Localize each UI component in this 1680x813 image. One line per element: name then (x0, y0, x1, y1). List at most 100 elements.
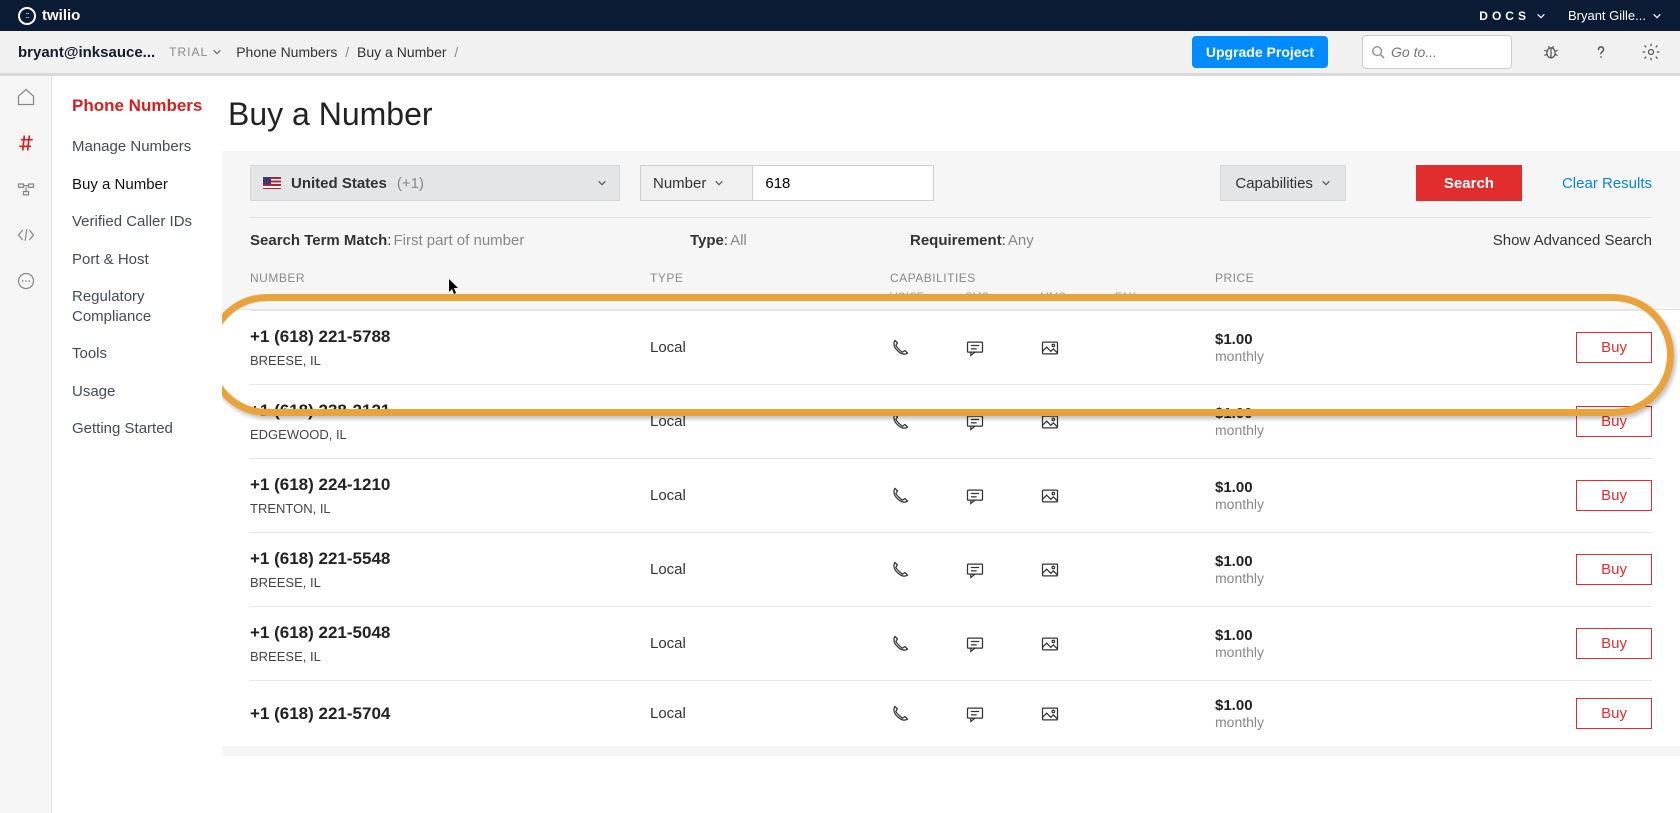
table-row: +1 (618) 221-5704Local$1.00monthlyBuy (250, 680, 1652, 746)
price-period: monthly (1215, 422, 1532, 438)
number-type: Local (650, 487, 890, 504)
sidebar-item[interactable]: Port & Host (64, 241, 222, 279)
buy-button[interactable]: Buy (1576, 480, 1652, 511)
account-name[interactable]: bryant@inksauce... (18, 44, 155, 61)
mms-icon (1040, 486, 1060, 506)
chevron-down-icon (1536, 11, 1546, 21)
section-nav: Phone Numbers Manage NumbersBuy a Number… (52, 76, 222, 813)
table-row: +1 (618) 221-5548BREESE, ILLocal$1.00mon… (250, 532, 1652, 606)
voice-icon (890, 338, 910, 358)
table-row: +1 (618) 224-1210 TRENTON, ILLocal $1.00mo… (250, 458, 1652, 532)
price: $1.00 (1215, 405, 1532, 422)
trial-dropdown[interactable]: TRIAL (169, 45, 222, 59)
global-search-input[interactable] (1391, 44, 1491, 60)
more-icon[interactable] (15, 270, 37, 292)
project-bar: bryant@inksauce... TRIAL Phone Numbers /… (0, 31, 1680, 76)
studio-icon[interactable] (15, 178, 37, 200)
product-rail (0, 76, 52, 813)
filter-value-input[interactable] (753, 166, 933, 200)
sidebar-item[interactable]: Tools (64, 335, 222, 373)
buy-button[interactable]: Buy (1576, 698, 1652, 729)
capabilities-select[interactable]: Capabilities (1220, 165, 1346, 201)
table-header: NUMBER TYPE CAPABILITIES PRICE (250, 259, 1652, 291)
table-subheader: VOICE SMS MMS FAX (250, 291, 1652, 309)
mms-icon (1040, 634, 1060, 654)
price: $1.00 (1215, 479, 1532, 496)
number-filter: Number (640, 165, 934, 201)
buy-button[interactable]: Buy (1576, 406, 1652, 437)
sidebar-item[interactable]: Getting Started (64, 410, 222, 448)
sidebar-item[interactable]: Verified Caller IDs (64, 203, 222, 241)
settings-icon[interactable] (1640, 42, 1662, 62)
global-search[interactable] (1362, 35, 1512, 69)
price: $1.00 (1215, 553, 1532, 570)
search-panel: United States (+1) Number Capabilities (222, 151, 1680, 756)
search-button[interactable]: Search (1416, 165, 1522, 201)
table-row: +1 (618) 238-2121EDGEWOOD, ILLocal$1.00m… (250, 384, 1652, 458)
phone-number: +1 (618) 221-5704 (250, 704, 650, 724)
voice-icon (890, 634, 910, 654)
buy-button[interactable]: Buy (1576, 554, 1652, 585)
voice-icon (890, 486, 910, 506)
clear-results-link[interactable]: Clear Results (1562, 175, 1652, 192)
price: $1.00 (1215, 331, 1532, 348)
debug-icon[interactable] (1540, 42, 1562, 62)
brand-logo[interactable]: :: twilio (18, 7, 80, 25)
twilio-logo-icon: :: (18, 7, 36, 25)
sidebar-item[interactable]: Usage (64, 373, 222, 411)
price-period: monthly (1215, 644, 1532, 660)
sidebar-item[interactable]: Regulatory Compliance (64, 278, 222, 335)
location: TRENTON, IL (250, 501, 650, 516)
table-row: +1 (618) 221-5048BREESE, ILLocal$1.00mon… (250, 606, 1652, 680)
buy-button[interactable]: Buy (1576, 628, 1652, 659)
help-icon[interactable] (1590, 42, 1612, 62)
number-type: Local (650, 705, 890, 722)
home-icon[interactable] (15, 86, 37, 108)
docs-link[interactable]: DOCS (1479, 9, 1546, 23)
breadcrumb-item[interactable]: Buy a Number (357, 44, 446, 60)
sms-icon (965, 486, 985, 506)
main-content: Buy a Number United States (+1) Number (222, 76, 1680, 813)
code-icon[interactable] (15, 224, 37, 246)
chevron-down-icon (1321, 178, 1331, 188)
voice-icon (890, 412, 910, 432)
phone-number: +1 (618) 221-5788 (250, 327, 650, 347)
upgrade-project-button[interactable]: Upgrade Project (1192, 36, 1328, 68)
chevron-down-icon (1652, 11, 1662, 21)
price-period: monthly (1215, 348, 1532, 364)
section-title[interactable]: Phone Numbers (64, 90, 222, 128)
country-select[interactable]: United States (+1) (250, 165, 620, 201)
sms-icon (965, 634, 985, 654)
sms-icon (965, 560, 985, 580)
chevron-down-icon (212, 47, 222, 57)
sidebar-item[interactable]: Manage Numbers (64, 128, 222, 166)
mms-icon (1040, 338, 1060, 358)
filter-meta: Search Term Match:First part of number T… (250, 218, 1652, 259)
price-period: monthly (1215, 496, 1532, 512)
page-title: Buy a Number (228, 76, 1680, 151)
show-advanced-search-link[interactable]: Show Advanced Search (1493, 232, 1652, 249)
filter-row: United States (+1) Number Capabilities (250, 165, 1652, 218)
table-row: +1 (618) 221-5788 BREESE, ILLocal $1.00mon… (250, 310, 1652, 384)
user-menu[interactable]: Bryant Gille... (1568, 8, 1662, 23)
phone-number: +1 (618) 221-5548 (250, 549, 650, 569)
breadcrumb: Phone Numbers / Buy a Number / (236, 44, 462, 60)
flag-icon (263, 177, 281, 189)
number-type: Local (650, 339, 890, 356)
voice-icon (890, 560, 910, 580)
buy-button[interactable]: Buy (1576, 332, 1652, 363)
breadcrumb-item[interactable]: Phone Numbers (236, 44, 337, 60)
sidebar-item[interactable]: Buy a Number (64, 166, 222, 204)
brand-name: twilio (42, 7, 80, 24)
price-period: monthly (1215, 714, 1532, 730)
voice-icon (890, 704, 910, 724)
filter-field-select[interactable]: Number (641, 166, 753, 200)
sms-icon (965, 704, 985, 724)
location: BREESE, IL (250, 353, 650, 368)
chevron-down-icon (597, 178, 607, 188)
hash-icon[interactable] (15, 132, 37, 154)
number-type: Local (650, 413, 890, 430)
global-header: :: twilio DOCS Bryant Gille... (0, 0, 1680, 31)
mms-icon (1040, 704, 1060, 724)
phone-number: +1 (618) 224-1210 (250, 475, 650, 495)
